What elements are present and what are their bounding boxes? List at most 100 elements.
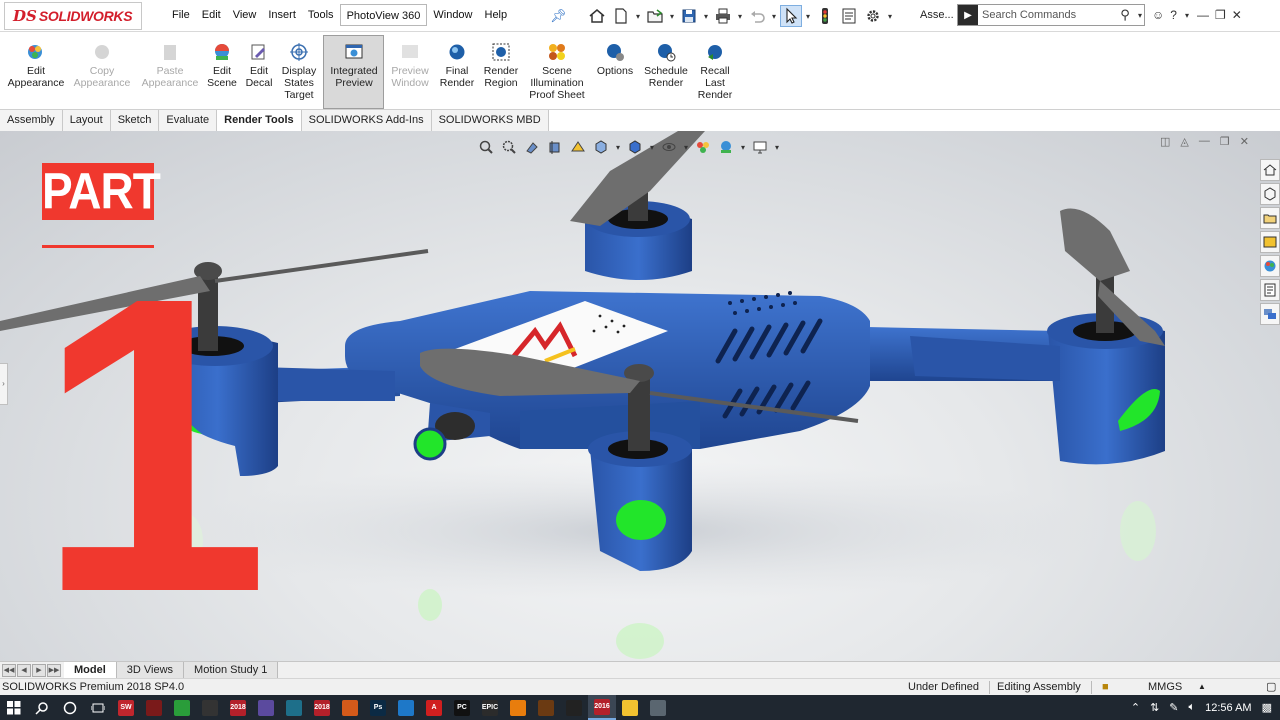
hide-show-items-icon[interactable] xyxy=(659,138,679,156)
copy-appearance-button[interactable]: Copy Appearance xyxy=(72,42,132,89)
close-icon[interactable]: ✕ xyxy=(1232,8,1242,22)
task-pane-resources-icon[interactable] xyxy=(1260,159,1280,181)
task-pane-file-explorer-icon[interactable] xyxy=(1260,207,1280,229)
zoom-to-fit-icon[interactable] xyxy=(476,138,496,156)
app-sw2018-icon[interactable]: 2018 xyxy=(224,695,252,720)
search-commands-box[interactable]: ▶ Search Commands ⚲ ▾ xyxy=(957,4,1145,26)
view-orientation-dropdown-icon[interactable]: ▾ xyxy=(614,143,622,152)
app-inkscape-icon[interactable] xyxy=(196,695,224,720)
units-dropdown-icon[interactable]: ▲ xyxy=(1198,679,1206,695)
app-blender-icon[interactable] xyxy=(504,695,532,720)
menu-window[interactable]: Window xyxy=(427,4,478,26)
tab-motion-study-1[interactable]: Motion Study 1 xyxy=(184,662,279,678)
open-dropdown-icon[interactable]: ▾ xyxy=(668,12,676,21)
app-gray-icon[interactable] xyxy=(644,695,672,720)
display-style-dropdown-icon[interactable]: ▾ xyxy=(648,143,656,152)
options-dropdown-icon[interactable]: ▾ xyxy=(886,12,894,21)
traffic-light-icon[interactable] xyxy=(814,5,836,27)
graphics-area[interactable]: ▾ ▾ ▾ ▾ ▾ ◫ ◬ — ❐ ✕ › PART 1 xyxy=(0,131,1280,661)
app-yellow-icon[interactable] xyxy=(616,695,644,720)
task-view-icon[interactable] xyxy=(84,695,112,720)
status-bar-toggle-icon[interactable]: ▢ xyxy=(1266,679,1276,695)
viewport-minimize-icon[interactable]: — xyxy=(1199,135,1210,147)
paste-appearance-button[interactable]: Paste Appearance xyxy=(140,42,200,89)
apply-scene-icon[interactable] xyxy=(716,138,736,156)
tab-assembly[interactable]: Assembly xyxy=(0,110,63,131)
options-button[interactable]: Options xyxy=(594,42,636,77)
tab-sketch[interactable]: Sketch xyxy=(110,110,160,131)
feature-manager-expand-handle[interactable]: › xyxy=(0,363,8,405)
edit-appearance-hud-icon[interactable] xyxy=(693,138,713,156)
app-green-icon[interactable] xyxy=(168,695,196,720)
search-commands-input[interactable]: Search Commands xyxy=(978,9,1114,21)
menu-edit[interactable]: Edit xyxy=(196,4,227,26)
cortana-icon[interactable] xyxy=(56,695,84,720)
app-photoshop-icon[interactable]: Ps xyxy=(364,695,392,720)
pin-icon[interactable]: 📌︎ xyxy=(550,8,567,24)
app-dark-red-icon[interactable] xyxy=(140,695,168,720)
tab-layout[interactable]: Layout xyxy=(62,110,111,131)
restore-icon[interactable]: ❐ xyxy=(1215,8,1226,22)
preview-window-button[interactable]: Preview Window xyxy=(388,42,432,89)
volume-icon[interactable]: 🔈︎ xyxy=(1189,701,1196,714)
windows-start-icon[interactable] xyxy=(0,695,28,720)
select-dropdown-icon[interactable]: ▾ xyxy=(804,12,812,21)
app-pycharm-icon[interactable]: PC xyxy=(448,695,476,720)
task-pane-custom-properties-icon[interactable] xyxy=(1260,279,1280,301)
viewport-close-icon[interactable]: ✕ xyxy=(1240,135,1249,148)
notifications-icon[interactable]: ▩ xyxy=(1262,701,1272,714)
dynamic-annotation-icon[interactable] xyxy=(568,138,588,156)
app-vscode-icon[interactable] xyxy=(392,695,420,720)
solidworks-logo[interactable]: DS SOLIDWORKS xyxy=(4,2,142,30)
last-tab-arrow-icon[interactable]: ▶▶ xyxy=(47,663,61,677)
app-epic-icon[interactable]: EPIC xyxy=(476,695,504,720)
viewport-restore-icon[interactable]: ❐ xyxy=(1220,135,1230,148)
search-icon[interactable]: ⚲ xyxy=(1114,7,1136,23)
taskbar-clock[interactable]: 12:56 AM xyxy=(1205,702,1251,714)
tray-overflow-icon[interactable]: ⌃ xyxy=(1131,701,1140,714)
rebuild-indicator-icon[interactable]: ■ xyxy=(1102,679,1109,695)
taskbar-search-icon[interactable] xyxy=(28,695,56,720)
home-icon[interactable] xyxy=(586,5,608,27)
schedule-render-button[interactable]: Schedule Render xyxy=(642,42,690,89)
first-tab-arrow-icon[interactable]: ◀◀ xyxy=(2,663,16,677)
user-icon[interactable]: ☺ xyxy=(1152,8,1164,22)
app-sw2018b-icon[interactable]: 2018 xyxy=(308,695,336,720)
network-icon[interactable]: ⇅ xyxy=(1150,701,1159,714)
status-units[interactable]: MMGS xyxy=(1148,679,1182,695)
view-settings-dropdown-icon[interactable]: ▾ xyxy=(773,143,781,152)
new-document-icon[interactable] xyxy=(610,5,632,27)
tab-render-tools[interactable]: Render Tools xyxy=(217,110,302,131)
app-acrobat-icon[interactable]: A xyxy=(420,695,448,720)
display-style-icon[interactable] xyxy=(625,138,645,156)
undo-dropdown-icon[interactable]: ▾ xyxy=(770,12,778,21)
hide-show-dropdown-icon[interactable]: ▾ xyxy=(682,143,690,152)
help-icon[interactable]: ? xyxy=(1170,8,1177,22)
recall-last-render-button[interactable]: Recall Last Render xyxy=(695,42,735,101)
prev-tab-arrow-icon[interactable]: ◀ xyxy=(17,663,31,677)
pen-icon[interactable]: ✎ xyxy=(1169,701,1178,714)
view-orientation-icon[interactable] xyxy=(591,138,611,156)
view-settings-icon[interactable] xyxy=(750,138,770,156)
app-purple-icon[interactable] xyxy=(252,695,280,720)
print-icon[interactable] xyxy=(712,5,734,27)
file-properties-icon[interactable] xyxy=(838,5,860,27)
menu-photoview-360[interactable]: PhotoView 360 xyxy=(339,4,428,26)
menu-insert[interactable]: Insert xyxy=(262,4,302,26)
undo-icon[interactable] xyxy=(746,5,768,27)
app-sw2016-icon[interactable]: 2016 xyxy=(588,695,616,720)
render-region-button[interactable]: Render Region xyxy=(481,42,521,89)
tab-3d-views[interactable]: 3D Views xyxy=(116,662,185,678)
help-dropdown-icon[interactable]: ▾ xyxy=(1183,11,1191,20)
viewport-previous-icon[interactable]: ◫ xyxy=(1160,135,1170,148)
next-tab-arrow-icon[interactable]: ▶ xyxy=(32,663,46,677)
app-terminal-icon[interactable] xyxy=(280,695,308,720)
edit-decal-button[interactable]: Edit Decal xyxy=(243,42,275,89)
save-dropdown-icon[interactable]: ▾ xyxy=(702,12,710,21)
integrated-preview-button[interactable]: Integrated Preview xyxy=(325,42,383,89)
app-orange-icon[interactable] xyxy=(532,695,560,720)
new-dropdown-icon[interactable]: ▾ xyxy=(634,12,642,21)
tab-solidworks-add-ins[interactable]: SOLIDWORKS Add-Ins xyxy=(301,110,432,131)
scene-illumination-proof-sheet-button[interactable]: Scene Illumination Proof Sheet xyxy=(526,42,588,101)
search-dropdown-icon[interactable]: ▾ xyxy=(1136,11,1144,20)
